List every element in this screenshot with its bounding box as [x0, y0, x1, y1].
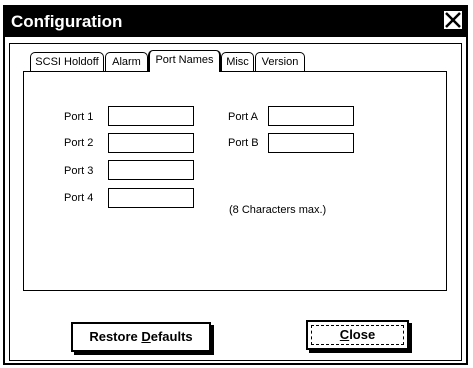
close-label: Close	[340, 327, 375, 342]
port-1-input[interactable]	[108, 106, 194, 126]
restore-label-before: Restore	[89, 329, 142, 344]
restore-label-accel: D	[141, 329, 151, 344]
port-a-input[interactable]	[268, 106, 354, 126]
port-b-label: Port B	[228, 137, 259, 149]
tab-version[interactable]: Version	[255, 52, 305, 72]
character-limit-note: (8 Characters max.)	[229, 204, 327, 216]
close-icon[interactable]	[443, 10, 463, 30]
port-3-input[interactable]	[108, 160, 194, 180]
port-4-label: Port 4	[64, 192, 94, 204]
tab-alarm[interactable]: Alarm	[105, 52, 148, 72]
tab-port-names[interactable]: Port Names	[148, 50, 221, 72]
close-label-accel: C	[339, 327, 350, 342]
port-2-input[interactable]	[108, 133, 194, 153]
close-button[interactable]: Close	[306, 320, 409, 350]
restore-defaults-label: Restore Defaults	[89, 329, 192, 344]
port-b-input[interactable]	[268, 133, 354, 153]
tab-scsi-holdoff[interactable]: SCSI Holdoff	[30, 52, 104, 72]
port-names-panel	[23, 71, 447, 291]
restore-label-after: efaults	[150, 329, 193, 344]
port-1-label: Port 1	[64, 111, 94, 123]
title-bar[interactable]: Configuration	[5, 7, 466, 37]
window-title: Configuration	[11, 12, 123, 31]
tab-misc[interactable]: Misc	[221, 52, 254, 72]
restore-defaults-button[interactable]: Restore Defaults	[71, 322, 211, 352]
port-3-label: Port 3	[64, 165, 94, 177]
port-4-input[interactable]	[108, 188, 194, 208]
port-2-label: Port 2	[64, 137, 94, 149]
port-a-label: Port A	[228, 111, 258, 123]
close-label-after: lose	[349, 327, 376, 342]
